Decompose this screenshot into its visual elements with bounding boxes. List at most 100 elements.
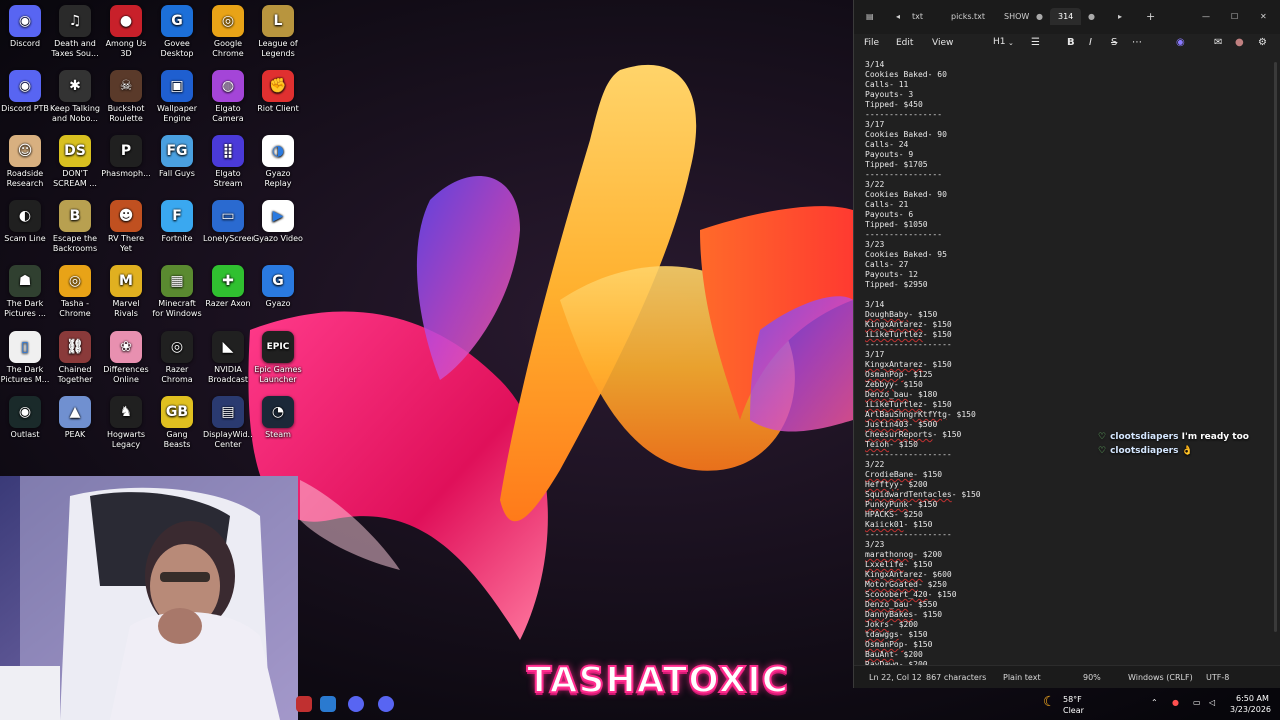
desktop-shortcut[interactable]: ▣ Wallpaper Engine	[152, 70, 202, 124]
desktop-shortcut-label: The Dark Pictures M...	[0, 365, 50, 384]
notepad-window[interactable]: ▤ ◂ txt picks.txt SHOW ● 314 ● ▸ + — ☐ ✕…	[853, 0, 1280, 688]
text-line: ----------------	[865, 110, 943, 119]
notepad-tab-bar: ▤ ◂ txt picks.txt SHOW ● 314 ● ▸ + — ☐ ✕	[854, 0, 1280, 34]
desktop-shortcut[interactable]: DS DON'T SCREAM ...	[50, 135, 100, 189]
desktop-shortcut[interactable]: B Escape the Backrooms	[50, 200, 100, 254]
desktop-shortcut[interactable]: EPIC Epic Games Launcher	[253, 331, 303, 385]
desktop-shortcut[interactable]: ☗ The Dark Pictures ...	[0, 265, 50, 319]
status-format: Plain text	[1003, 673, 1041, 682]
document-icon: ▯	[9, 331, 41, 363]
heading-chevron-icon[interactable]: ⌄	[1008, 39, 1014, 47]
menu-file[interactable]: File	[864, 38, 879, 48]
desktop-shortcut[interactable]: ☠ Buckshot Roulette	[101, 70, 151, 124]
tray-overflow-icon[interactable]: ⌃	[1151, 698, 1158, 707]
copilot-icon[interactable]: ◉	[1176, 37, 1185, 48]
tab-scroll-right-icon[interactable]: ▸	[1118, 12, 1122, 21]
taskbar-discord-icon[interactable]	[348, 696, 364, 712]
desktop-shortcut[interactable]: F Fortnite	[152, 200, 202, 244]
new-tab-icon[interactable]: +	[1146, 10, 1155, 23]
list-icon[interactable]: ☰	[1031, 37, 1040, 48]
notepad-text-area[interactable]: 3/14 Cookies Baked- 60 Calls- 11 Payouts- 3…	[865, 60, 1260, 666]
desktop-shortcut-label: Scam Line	[4, 234, 46, 243]
desktop-shortcut[interactable]: ◉ Discord PTB	[0, 70, 50, 114]
chat-badge-icon: ♡	[1098, 432, 1107, 442]
text-line: Cookies Baked- 90	[865, 190, 947, 199]
maximize-icon[interactable]: ☐	[1231, 12, 1238, 21]
desktop-shortcut[interactable]: M Marvel Rivals	[101, 265, 151, 319]
desktop-shortcut[interactable]: ◎ Tasha - Chrome	[50, 265, 100, 319]
bold-icon[interactable]: B	[1067, 37, 1075, 48]
tab-txt[interactable]: txt	[912, 12, 923, 21]
clock-time[interactable]: 6:50 AM	[1236, 694, 1269, 703]
desktop-shortcut[interactable]: ▤ DisplayWid... Center	[203, 396, 253, 450]
text-line: MotorGoated- $250	[865, 580, 1260, 590]
taskbar-discord-ptb-icon[interactable]	[378, 696, 394, 712]
italic-icon[interactable]: I	[1089, 37, 1092, 48]
heading-button[interactable]: H1	[993, 37, 1006, 47]
weather-description[interactable]: Clear	[1063, 706, 1084, 715]
clock-date[interactable]: 3/23/2026	[1230, 705, 1271, 714]
status-line-endings[interactable]: Windows (CRLF)	[1128, 673, 1193, 682]
desktop-shortcut[interactable]: G Govee Desktop	[152, 5, 202, 59]
status-encoding[interactable]: UTF-8	[1206, 673, 1229, 682]
desktop-shortcut-label: DON'T SCREAM ...	[53, 169, 97, 188]
desktop-shortcut[interactable]: ✊ Riot Client	[253, 70, 303, 114]
taskbar-app-red-icon[interactable]	[296, 696, 312, 712]
menu-edit[interactable]: Edit	[896, 38, 913, 48]
microphone-icon[interactable]: ●	[1172, 698, 1179, 707]
spellcheck-word: KingxAntarez	[865, 320, 923, 329]
desktop-shortcut[interactable]: ◣ NVIDIA Broadcast	[203, 331, 253, 385]
close-icon[interactable]: ✕	[1260, 12, 1267, 21]
weather-icon[interactable]: ☾	[1043, 694, 1056, 710]
desktop-shortcut[interactable]: GB Gang Beasts	[152, 396, 202, 450]
desktop-shortcut[interactable]: ⛓ Chained Together	[50, 331, 100, 385]
desktop-shortcut[interactable]: ▲ PEAK	[50, 396, 100, 440]
notepad-scrollbar[interactable]	[1274, 62, 1277, 632]
desktop-shortcut[interactable]: ✱ Keep Talking and Nobo...	[50, 70, 100, 124]
desktop-shortcut[interactable]: ✚ Razer Axon	[203, 265, 253, 309]
desktop-shortcut[interactable]: L League of Legends	[253, 5, 303, 59]
more-options-icon[interactable]: ⋯	[1132, 37, 1142, 48]
tab-314[interactable]: 314	[1050, 8, 1082, 25]
desktop-shortcut[interactable]: ▯ The Dark Pictures M...	[0, 331, 50, 385]
desktop-shortcut[interactable]: ❀ Differences Online	[101, 331, 151, 385]
desktop-shortcut[interactable]: ▦ Minecraft for Windows	[152, 265, 202, 319]
tab-scroll-left-icon[interactable]: ◂	[896, 12, 900, 21]
strikethrough-icon[interactable]: S	[1111, 37, 1117, 48]
tab-show[interactable]: SHOW	[1004, 12, 1029, 21]
desktop-shortcut[interactable]: ◑ Gyazo Replay	[253, 135, 303, 189]
menu-view[interactable]: View	[932, 38, 953, 48]
text-line: DannyBakes- $150	[865, 610, 1260, 620]
desktop-shortcut[interactable]: ◎ Google Chrome	[203, 5, 253, 59]
account-avatar[interactable]: ●	[1235, 37, 1244, 48]
desktop-shortcut[interactable]: ● Among Us 3D	[101, 5, 151, 59]
desktop-shortcut[interactable]: G Gyazo	[253, 265, 303, 309]
text-line: 3/23	[865, 240, 885, 249]
desktop-shortcut[interactable]: P Phasmoph...	[101, 135, 151, 179]
desktop-shortcut[interactable]: ⣿ Elgato Stream Deck	[203, 135, 253, 189]
desktop-shortcut[interactable]: FG Fall Guys	[152, 135, 202, 179]
desktop-shortcut[interactable]: ◔ Steam	[253, 396, 303, 440]
desktop-shortcut[interactable]: ♞ Hogwarts Legacy	[101, 396, 151, 450]
desktop-shortcut[interactable]: ☻ RV There Yet	[101, 200, 151, 254]
settings-gear-icon[interactable]: ⚙	[1258, 37, 1267, 48]
notifications-icon[interactable]: ✉	[1214, 37, 1222, 48]
desktop-shortcut[interactable]: ◍ Elgato Camera Hub	[203, 70, 253, 124]
minimize-icon[interactable]: —	[1202, 12, 1210, 21]
volume-icon[interactable]: ◁	[1209, 698, 1215, 707]
weather-temperature[interactable]: 58°F	[1063, 695, 1082, 704]
desktop-shortcut[interactable]: ◉ Discord	[0, 5, 50, 49]
taskbar-notepad-icon[interactable]	[320, 696, 336, 712]
desktop-shortcut[interactable]: ◎ Razer Chroma	[152, 331, 202, 385]
chained-icon: ⛓	[59, 331, 91, 363]
status-zoom[interactable]: 90%	[1083, 673, 1101, 682]
network-icon[interactable]: ▭	[1193, 698, 1201, 707]
desktop-shortcut[interactable]: ☺ Roadside Research	[0, 135, 50, 189]
tip-amount: - $150	[908, 310, 938, 319]
desktop-shortcut[interactable]: ◐ Scam Line	[0, 200, 50, 244]
desktop-shortcut[interactable]: ▭ LonelyScreen	[203, 200, 253, 244]
desktop-shortcut[interactable]: ▶ Gyazo Video	[253, 200, 303, 244]
desktop-shortcut[interactable]: ♫ Death and Taxes Sou...	[50, 5, 100, 59]
tab-picks[interactable]: picks.txt	[951, 12, 985, 21]
desktop-shortcut[interactable]: ◉ Outlast	[0, 396, 50, 440]
